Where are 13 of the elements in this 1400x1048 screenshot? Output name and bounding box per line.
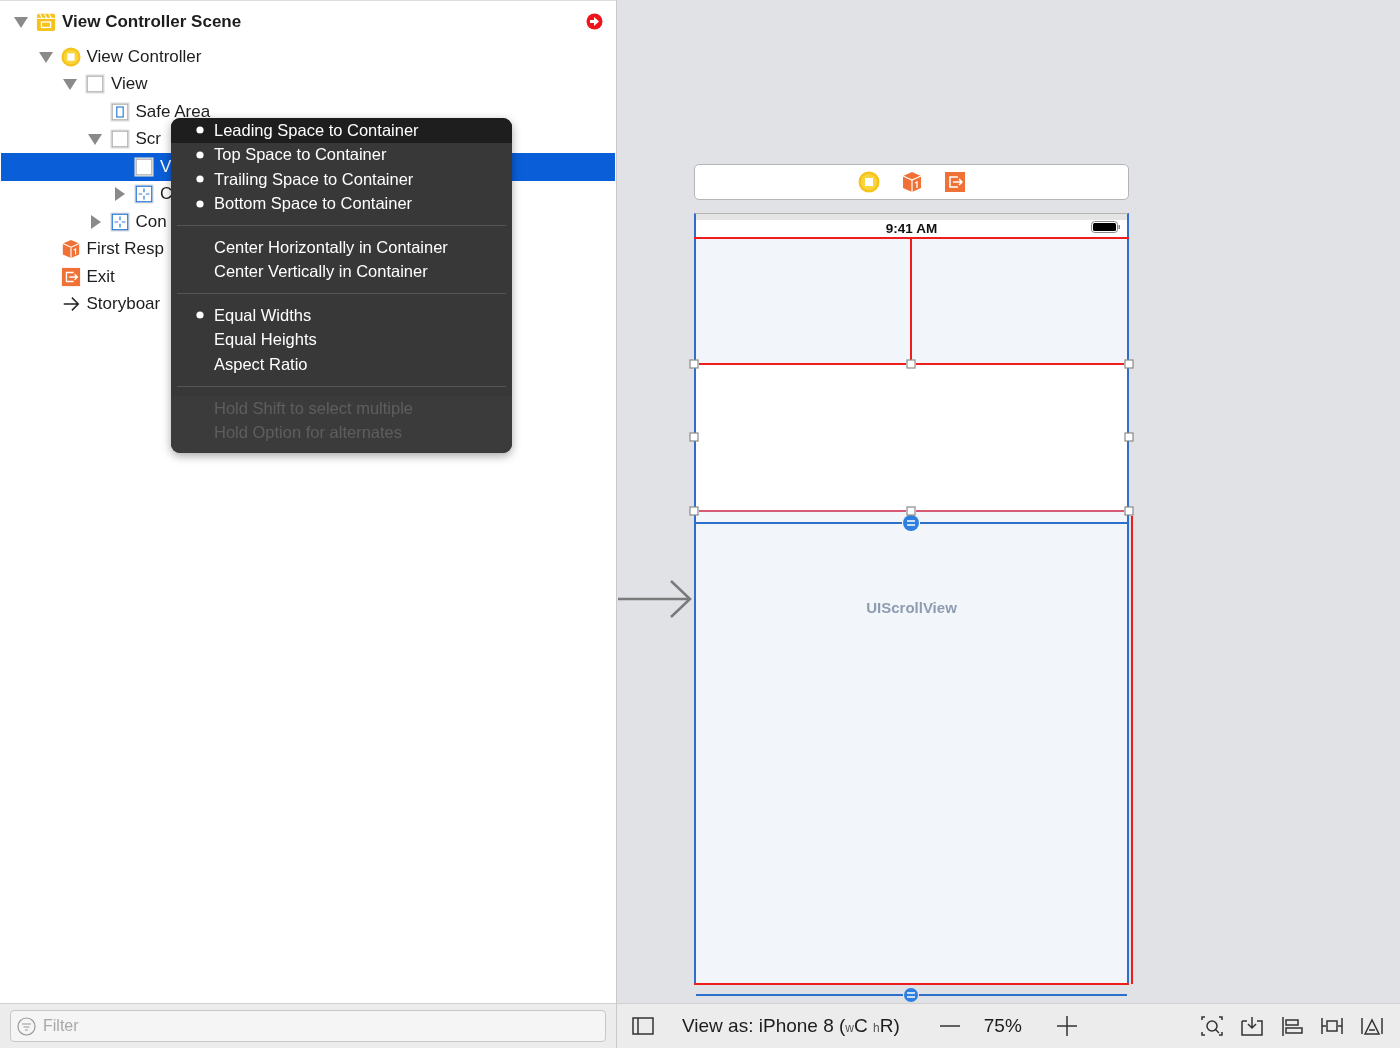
tree-label: View [111, 74, 148, 95]
scroll-view-label: UIScrollView [866, 599, 957, 617]
tree-label: C [160, 184, 173, 205]
tree-label: Exit [86, 266, 115, 287]
tree-label: Con [135, 211, 167, 232]
status-time: 9:41 AM [885, 220, 938, 236]
tree-label: Scr [135, 129, 161, 150]
tree-label: Storyboar [86, 294, 161, 315]
zoom-level: 75% [983, 1015, 1022, 1037]
tree-label: View Controller [86, 46, 202, 67]
tree-label: First Resp [86, 239, 164, 260]
tree-label: View Controller Scene [62, 12, 242, 32]
tree-label: V [160, 156, 172, 177]
